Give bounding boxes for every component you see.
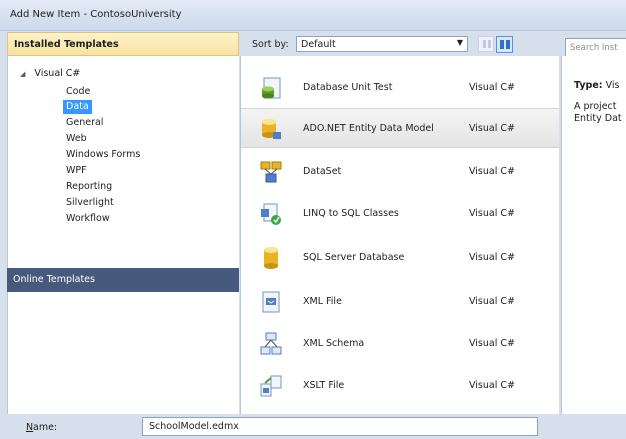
template-row-database-unit-test[interactable]: Database Unit Test Visual C# xyxy=(241,68,559,108)
database-unit-test-icon xyxy=(262,77,281,99)
template-language: Visual C# xyxy=(469,252,515,263)
sort-by-label: Sort by: xyxy=(252,39,289,50)
chevron-down-icon: ▼ xyxy=(456,38,463,47)
online-templates-header[interactable]: Online Templates xyxy=(7,268,239,292)
tree-item-wpf[interactable]: WPF xyxy=(63,164,90,178)
installed-templates-label: Installed Templates xyxy=(14,39,119,50)
tree-item-general[interactable]: General xyxy=(63,116,106,130)
medium-icons-view-button[interactable] xyxy=(496,36,513,53)
template-name: XML Schema xyxy=(303,338,365,349)
template-list: Database Unit Test Visual C# ADO.NET Ent… xyxy=(240,56,559,414)
name-input-value: SchoolModel.edmx xyxy=(149,421,239,432)
template-name: XSLT File xyxy=(303,380,345,391)
tree-root-label: Visual C# xyxy=(34,68,81,79)
template-language: Visual C# xyxy=(469,166,515,177)
tree-item-workflow[interactable]: Workflow xyxy=(63,212,113,226)
name-label-rest: ame: xyxy=(33,422,58,433)
collapse-arrow-icon[interactable]: ◢ xyxy=(20,70,25,78)
template-row-xslt-file[interactable]: XSLT File Visual C# xyxy=(241,366,559,406)
type-value: Vis xyxy=(605,80,620,91)
xml-file-icon xyxy=(262,291,280,313)
sort-toolbar: Sort by: Default ▼ xyxy=(240,32,559,56)
name-input[interactable]: SchoolModel.edmx xyxy=(142,417,538,436)
template-details-panel: Type: Vis A project Entity Dat xyxy=(561,56,626,414)
name-row: Name: SchoolModel.edmx xyxy=(0,414,626,439)
template-language: Visual C# xyxy=(469,208,515,219)
template-language: Visual C# xyxy=(469,123,515,134)
template-row-xml-schema[interactable]: XML Schema Visual C# xyxy=(241,324,559,364)
tree-item-windows-forms[interactable]: Windows Forms xyxy=(63,148,143,162)
tree-item-code[interactable]: Code xyxy=(63,85,93,99)
template-name: SQL Server Database xyxy=(303,252,405,263)
template-description: A project Entity Dat xyxy=(574,101,622,125)
template-name: LINQ to SQL Classes xyxy=(303,208,399,219)
template-language: Visual C# xyxy=(469,82,515,93)
template-tree: ◢ Visual C# Code Data General Web Window… xyxy=(7,56,239,268)
online-templates-label: Online Templates xyxy=(13,274,95,285)
installed-templates-header[interactable]: Installed Templates xyxy=(7,32,239,56)
template-row-linq-to-sql-classes[interactable]: LINQ to SQL Classes Visual C# xyxy=(241,194,559,234)
window-title: Add New Item - ContosoUniversity xyxy=(10,9,182,20)
entity-data-model-icon xyxy=(262,119,281,139)
template-name: ADO.NET Entity Data Model xyxy=(303,123,434,134)
template-name: DataSet xyxy=(303,166,342,177)
template-row-sql-server-database[interactable]: SQL Server Database Visual C# xyxy=(241,238,559,278)
dataset-icon xyxy=(260,161,282,183)
tree-item-silverlight[interactable]: Silverlight xyxy=(63,196,117,210)
sql-database-icon xyxy=(264,247,278,269)
description-line-1: A project xyxy=(574,101,617,112)
xml-schema-icon xyxy=(260,332,282,355)
template-name: Database Unit Test xyxy=(303,82,393,93)
template-language: Visual C# xyxy=(469,296,515,307)
tree-item-web[interactable]: Web xyxy=(63,132,90,146)
template-row-ado-net-entity-data-model[interactable]: ADO.NET Entity Data Model Visual C# xyxy=(241,108,559,148)
xslt-file-icon xyxy=(260,375,282,397)
title-bar: Add New Item - ContosoUniversity xyxy=(0,0,626,31)
template-language: Visual C# xyxy=(469,380,515,391)
tree-item-reporting[interactable]: Reporting xyxy=(63,180,115,194)
search-placeholder: Search Inst xyxy=(570,43,618,53)
tree-item-data[interactable]: Data xyxy=(63,100,92,114)
template-name: XML File xyxy=(303,296,342,307)
linq-to-sql-icon xyxy=(261,203,281,225)
sort-by-value: Default xyxy=(301,39,336,50)
template-language: Visual C# xyxy=(469,338,515,349)
template-type: Type: Vis xyxy=(574,80,620,91)
template-row-dataset[interactable]: DataSet Visual C# xyxy=(241,152,559,192)
type-label: Type: xyxy=(574,80,603,91)
search-installed-templates-input[interactable]: Search Inst xyxy=(565,38,626,58)
description-line-2: Entity Dat xyxy=(574,113,622,124)
sort-by-dropdown[interactable]: Default ▼ xyxy=(296,36,468,52)
small-icons-view-button[interactable] xyxy=(478,36,494,52)
template-row-xml-file[interactable]: XML File Visual C# xyxy=(241,282,559,322)
tree-node-visual-csharp[interactable]: ◢ Visual C# xyxy=(20,68,80,79)
left-pane-empty-area xyxy=(7,292,239,414)
